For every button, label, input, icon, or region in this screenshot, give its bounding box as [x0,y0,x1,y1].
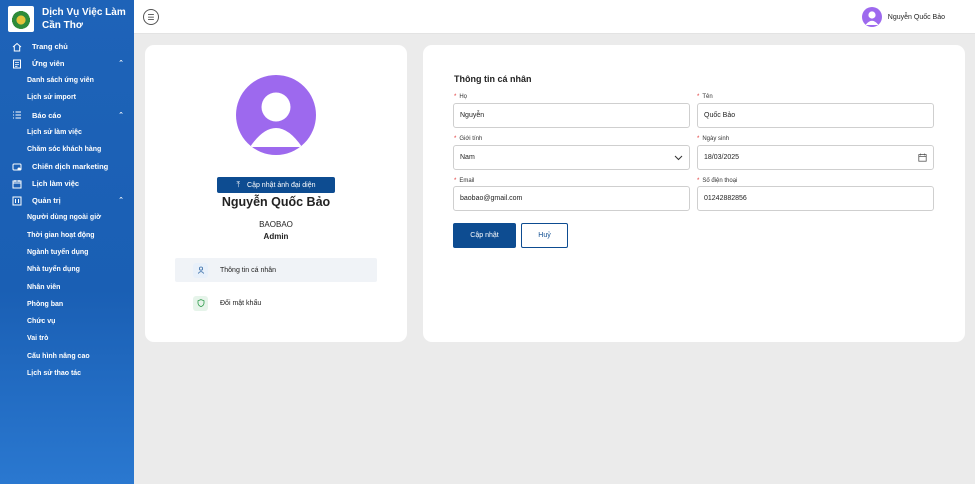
profile-role: Admin [263,232,289,241]
admin-icon [12,196,22,206]
email-label: * Email [454,178,475,184]
profile-menu-change-password[interactable]: Đổi mật khẩu [175,291,377,315]
sidebar-item-label: Lịch làm việc [32,179,80,189]
header-user-name: Nguyễn Quốc Bảo [887,13,945,21]
app-title-line2: Cần Thơ [42,20,83,31]
sidebar-item-action-history[interactable]: Lịch sử thao tác [0,365,134,382]
brand[interactable]: Dịch Vụ Việc Làm Cần Thơ [0,0,134,34]
sidebar-item-marketing[interactable]: Chiến dịch marketing [0,158,134,175]
shield-icon [193,295,208,311]
sidebar-item-label: Trang chủ [32,42,68,51]
sidebar: Dịch Vụ Việc Làm Cần Thơ Trang chủ Ứng v… [0,0,134,484]
upload-avatar-button[interactable]: ⤒ Cập nhật ảnh đại diện [217,177,335,193]
profile-menu-personal-info[interactable]: Thông tin cá nhân [175,258,377,282]
list-icon [12,110,22,120]
form-title: Thông tin cá nhân [454,74,532,84]
sidebar-nav: Trang chủ Ứng viên ⌃ Danh sách ứng viên … [0,38,134,382]
campaign-icon [12,162,22,172]
user-menu[interactable]: Nguyễn Quốc Bảo [861,7,945,27]
profile-menu-label: Thông tin cá nhân [220,266,277,274]
upload-icon: ⤒ [236,180,241,189]
profile-menu-label: Đổi mật khẩu [220,299,262,307]
sidebar-item-label: Quản trị [32,196,61,206]
sidebar-item-work-history[interactable]: Lịch sử làm việc [0,124,134,141]
profile-avatar [236,75,316,155]
sidebar-item-label: Báo cáo [32,110,62,120]
sidebar-item-roles[interactable]: Vai trò [0,330,134,347]
sidebar-item-active-time[interactable]: Thời gian hoạt động [0,226,134,243]
dob-label: * Ngày sinh [697,136,730,142]
calendar-icon[interactable] [918,153,927,164]
profile-username: BAOBAO [259,220,293,229]
email-field[interactable]: baobao@gmail.com [453,186,690,211]
upload-avatar-label: Cập nhật ảnh đại diện [247,181,316,189]
sidebar-item-industries[interactable]: Ngành tuyển dụng [0,244,134,261]
sidebar-item-import-history[interactable]: Lịch sử import [0,89,134,106]
dob-field[interactable]: 18/03/2025 [697,145,934,170]
chevron-up-icon: ⌃ [118,111,124,119]
sidebar-item-employers[interactable]: Nhà tuyển dụng [0,261,134,278]
sidebar-item-customer-care[interactable]: Chăm sóc khách hàng [0,141,134,158]
avatar [861,7,882,27]
sidebar-item-candidates[interactable]: Ứng viên ⌃ [0,55,134,72]
sidebar-item-schedule[interactable]: Lịch làm việc [0,175,134,192]
sidebar-item-departments[interactable]: Phòng ban [0,296,134,313]
profile-card: ⤒ Cập nhật ảnh đại diện Nguyễn Quốc Bảo … [145,45,407,342]
document-list-icon [12,59,22,69]
first-name-field[interactable]: Quốc Bảo [697,103,934,128]
logo [8,6,34,32]
gender-select[interactable]: Nam [453,145,690,170]
sidebar-item-label: Chiến dịch marketing [32,162,109,172]
last-name-field[interactable]: Nguyễn [453,103,690,128]
personal-info-card: Thông tin cá nhân * Họ Nguyễn * Tên Quốc B… [423,45,965,342]
phone-field[interactable]: 01242882856 [697,186,934,211]
last-name-label: * Họ [454,94,468,100]
sidebar-item-home[interactable]: Trang chủ [0,38,134,55]
menu-icon: ☰ [147,12,155,22]
top-header: ☰ Nguyễn Quốc Bảo [134,0,975,34]
sidebar-item-label: Ứng viên [32,59,65,68]
calendar-icon [12,179,22,189]
chevron-down-icon [674,153,683,164]
chevron-up-icon: ⌃ [118,60,124,67]
user-icon [193,262,208,278]
phone-label: * Số điện thoại [697,178,738,184]
sidebar-item-staff[interactable]: Nhân viên [0,278,134,295]
sidebar-item-admin[interactable]: Quản trị ⌃ [0,192,134,209]
sidebar-item-positions[interactable]: Chức vụ [0,313,134,330]
save-button[interactable]: Cập nhật [453,223,516,248]
chevron-up-icon: ⌃ [118,197,124,205]
cancel-button[interactable]: Huỷ [521,223,568,248]
sidebar-item-advanced-config[interactable]: Cấu hình nâng cao [0,348,134,365]
sidebar-item-overtime-users[interactable]: Người dùng ngoài giờ [0,209,134,226]
sidebar-item-reports[interactable]: Báo cáo ⌃ [0,107,134,124]
profile-full-name: Nguyễn Quốc Bảo [221,195,331,209]
gender-label: * Giới tính [454,136,483,142]
home-icon [12,42,22,52]
app-title-line1: Dịch Vụ Việc Làm [42,7,126,18]
menu-toggle-button[interactable]: ☰ [143,9,159,25]
sidebar-item-candidate-list[interactable]: Danh sách ứng viên [0,72,134,89]
first-name-label: * Tên [697,94,713,100]
